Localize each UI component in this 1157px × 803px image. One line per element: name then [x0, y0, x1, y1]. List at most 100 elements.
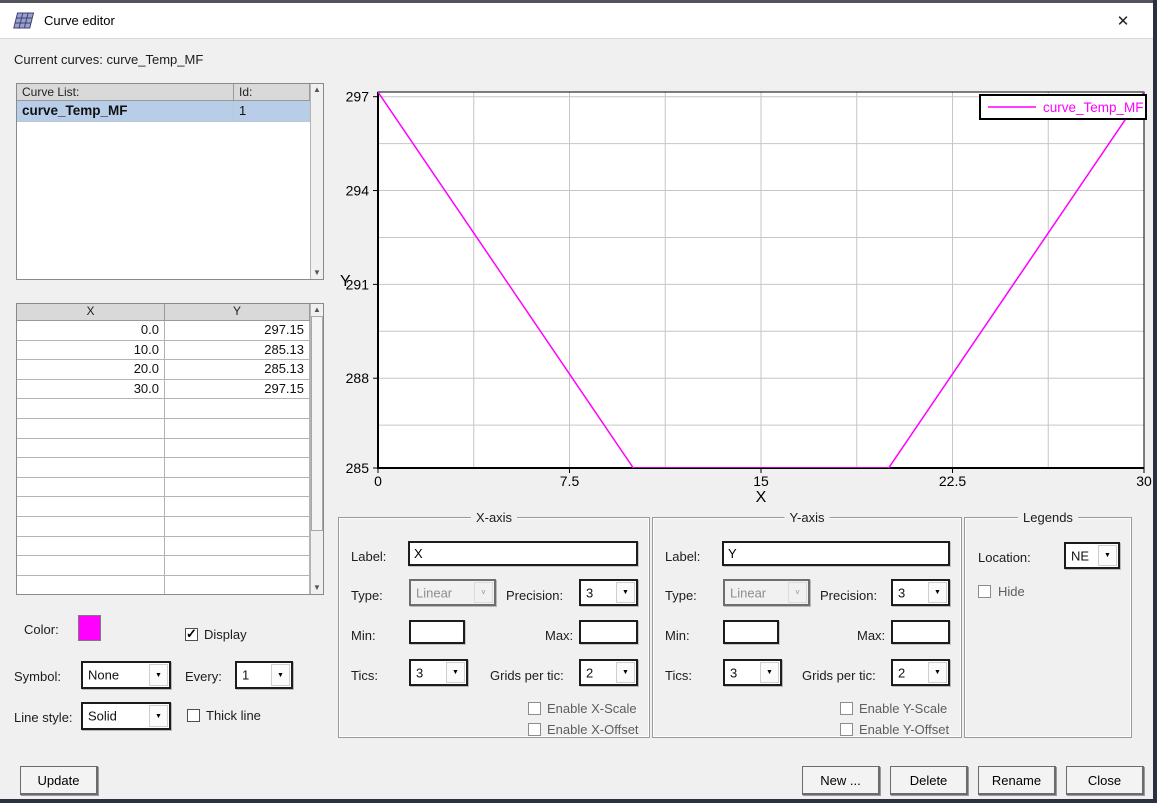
- scrollbar-thumb[interactable]: [311, 316, 323, 531]
- title-bar[interactable]: Curve editor ✕: [0, 3, 1153, 39]
- points-cell[interactable]: [17, 576, 165, 594]
- every-dropdown[interactable]: 1 ▼: [235, 661, 293, 689]
- chevron-down-icon[interactable]: ▼: [1098, 545, 1117, 566]
- curve-list: Curve List: Id: curve_Temp_MF1 ▲ ▼: [16, 83, 324, 280]
- points-row[interactable]: [17, 399, 310, 419]
- points-row[interactable]: [17, 478, 310, 498]
- curve-id-cell[interactable]: 1: [234, 101, 310, 122]
- chevron-down-icon: ˅: [788, 582, 807, 603]
- enable-y-offset-checkbox[interactable]: [840, 723, 853, 736]
- points-row[interactable]: 0.0297.15: [17, 321, 310, 341]
- points-cell[interactable]: [165, 439, 310, 459]
- enable-y-scale-checkbox[interactable]: [840, 702, 853, 715]
- points-cell[interactable]: 297.15: [165, 321, 310, 341]
- points-cell[interactable]: 285.13: [165, 360, 310, 380]
- enable-x-offset-checkbox[interactable]: [528, 723, 541, 736]
- y-label-input[interactable]: [722, 541, 950, 566]
- x-tics-dropdown[interactable]: 3 ▼: [409, 659, 468, 686]
- points-cell[interactable]: 0.0: [17, 321, 165, 341]
- points-cell[interactable]: [165, 517, 310, 537]
- y-tics-dropdown[interactable]: 3 ▼: [723, 659, 782, 686]
- delete-button[interactable]: Delete: [890, 766, 968, 795]
- chevron-down-icon[interactable]: ▼: [149, 664, 168, 686]
- points-table-scrollbar[interactable]: ▲ ▼: [310, 304, 323, 594]
- thick-line-checkbox[interactable]: [187, 709, 200, 722]
- y-min-input[interactable]: [723, 620, 779, 644]
- y-precision-dropdown[interactable]: 3 ▼: [891, 579, 950, 606]
- x-label-input[interactable]: [408, 541, 638, 566]
- points-row[interactable]: [17, 517, 310, 537]
- points-row[interactable]: 30.0297.15: [17, 380, 310, 400]
- points-cell[interactable]: [165, 478, 310, 498]
- points-cell[interactable]: 285.13: [165, 341, 310, 361]
- points-row[interactable]: [17, 439, 310, 459]
- points-cell[interactable]: [165, 399, 310, 419]
- rename-button[interactable]: Rename: [978, 766, 1056, 795]
- points-cell[interactable]: 20.0: [17, 360, 165, 380]
- points-row[interactable]: [17, 419, 310, 439]
- points-row[interactable]: 10.0285.13: [17, 341, 310, 361]
- svg-text:22.5: 22.5: [939, 473, 966, 489]
- points-cell[interactable]: [165, 497, 310, 517]
- y-min-label: Min:: [665, 628, 690, 643]
- scroll-up-icon[interactable]: ▲: [311, 304, 323, 316]
- points-cell[interactable]: [17, 439, 165, 459]
- points-cell[interactable]: [165, 556, 310, 576]
- points-cell[interactable]: [17, 497, 165, 517]
- points-cell[interactable]: [165, 537, 310, 557]
- curve-list-row[interactable]: curve_Temp_MF1: [17, 101, 310, 122]
- line-style-label: Line style:: [14, 710, 73, 725]
- points-cell[interactable]: [17, 517, 165, 537]
- chevron-down-icon[interactable]: ▼: [616, 582, 635, 603]
- curve-name-cell[interactable]: curve_Temp_MF: [17, 101, 234, 122]
- points-cell[interactable]: [17, 478, 165, 498]
- points-cell[interactable]: [165, 576, 310, 594]
- chevron-down-icon[interactable]: ▼: [760, 662, 779, 683]
- color-swatch[interactable]: [78, 615, 101, 641]
- chevron-down-icon[interactable]: ▼: [149, 705, 168, 727]
- points-row[interactable]: 20.0285.13: [17, 360, 310, 380]
- points-row[interactable]: [17, 556, 310, 576]
- points-cell[interactable]: [17, 458, 165, 478]
- location-dropdown[interactable]: NE ▼: [1064, 542, 1120, 569]
- update-button[interactable]: Update: [20, 766, 98, 795]
- points-cell[interactable]: 297.15: [165, 380, 310, 400]
- chevron-down-icon[interactable]: ▼: [271, 664, 290, 686]
- points-cell[interactable]: 30.0: [17, 380, 165, 400]
- y-max-input[interactable]: [891, 620, 950, 644]
- points-row[interactable]: [17, 497, 310, 517]
- chevron-down-icon[interactable]: ▼: [928, 662, 947, 683]
- points-cell[interactable]: 10.0: [17, 341, 165, 361]
- x-min-input[interactable]: [409, 620, 465, 644]
- points-cell[interactable]: [17, 399, 165, 419]
- close-button[interactable]: Close: [1066, 766, 1144, 795]
- points-cell[interactable]: [17, 556, 165, 576]
- line-style-dropdown[interactable]: Solid ▼: [81, 702, 171, 730]
- scroll-up-icon[interactable]: ▲: [311, 84, 323, 96]
- chevron-down-icon[interactable]: ▼: [616, 662, 635, 683]
- points-cell[interactable]: [17, 537, 165, 557]
- x-precision-dropdown[interactable]: 3 ▼: [579, 579, 638, 606]
- points-row[interactable]: [17, 458, 310, 478]
- close-icon[interactable]: ✕: [1109, 3, 1137, 38]
- points-cell[interactable]: [165, 419, 310, 439]
- display-checkbox[interactable]: [185, 628, 198, 641]
- hide-checkbox[interactable]: [978, 585, 991, 598]
- points-row[interactable]: [17, 576, 310, 594]
- new-button[interactable]: New ...: [802, 766, 880, 795]
- scroll-down-icon[interactable]: ▼: [311, 267, 323, 279]
- enable-x-scale-checkbox[interactable]: [528, 702, 541, 715]
- symbol-dropdown[interactable]: None ▼: [81, 661, 171, 689]
- y-grids-dropdown[interactable]: 2 ▼: [891, 659, 950, 686]
- curve-list-scrollbar[interactable]: ▲ ▼: [310, 84, 323, 279]
- scroll-down-icon[interactable]: ▼: [311, 582, 323, 594]
- legend-entry: curve_Temp_MF: [1043, 100, 1144, 115]
- chevron-down-icon[interactable]: ▼: [928, 582, 947, 603]
- x-grids-dropdown[interactable]: 2 ▼: [579, 659, 638, 686]
- x-max-input[interactable]: [579, 620, 638, 644]
- points-cell[interactable]: [165, 458, 310, 478]
- points-cell[interactable]: [17, 419, 165, 439]
- points-row[interactable]: [17, 537, 310, 557]
- enable-y-offset-label: Enable Y-Offset: [859, 722, 949, 737]
- chevron-down-icon[interactable]: ▼: [446, 662, 465, 683]
